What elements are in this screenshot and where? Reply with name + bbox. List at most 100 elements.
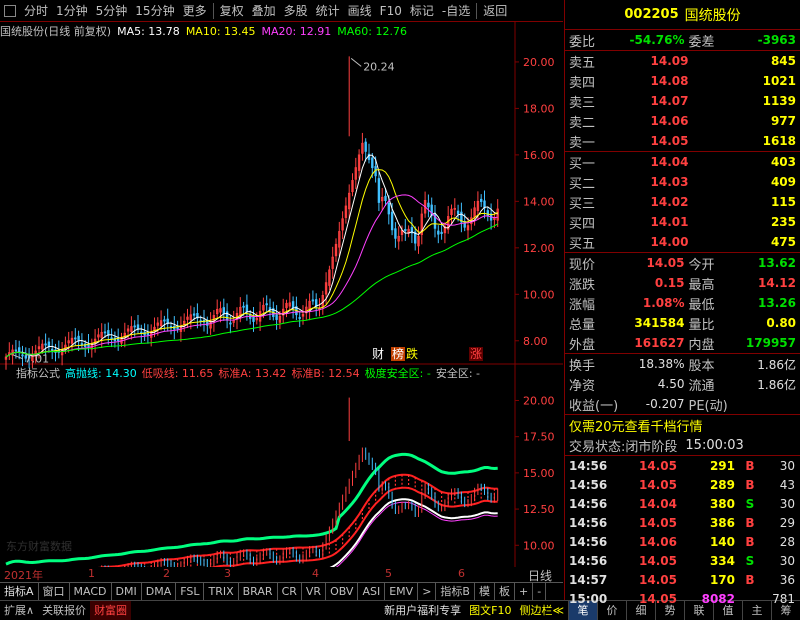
tick-count: 30 bbox=[779, 458, 795, 473]
order-book-row[interactable]: 买四 14.01 235 bbox=[565, 212, 800, 232]
toolbar-item[interactable]: 返回 bbox=[479, 2, 511, 19]
sidebar-toggle[interactable]: 侧边栏≪ bbox=[515, 601, 568, 620]
indicator-tab[interactable]: TRIX bbox=[204, 582, 239, 601]
quote-label: 外盘 bbox=[569, 337, 596, 353]
quote-label: 量比 bbox=[688, 317, 715, 333]
fund-value: 18.38% bbox=[638, 357, 685, 371]
order-volume: 977 bbox=[770, 114, 796, 128]
toolbar-item[interactable]: 1分钟 bbox=[52, 2, 92, 19]
order-book-row[interactable]: 买一 14.04 403 bbox=[565, 152, 800, 172]
order-book-row[interactable]: 买二 14.03 409 bbox=[565, 172, 800, 192]
tick-count: 43 bbox=[779, 477, 795, 492]
bottom-link[interactable]: 扩展∧ bbox=[0, 601, 38, 620]
toolbar-item[interactable]: 画线 bbox=[344, 2, 376, 19]
indicator-name[interactable]: 指标公式 bbox=[0, 365, 60, 381]
price-tick-label: 18.00 bbox=[523, 102, 555, 115]
f10-link[interactable]: 图文F10 bbox=[465, 601, 515, 620]
indicator-tab[interactable]: EMV bbox=[385, 582, 419, 601]
bottom-link[interactable]: 关联报价 bbox=[38, 601, 90, 620]
order-volume: 1618 bbox=[762, 134, 796, 148]
indicator-tab[interactable]: BRAR bbox=[239, 582, 278, 601]
indicator-tab[interactable]: 指标A bbox=[0, 582, 39, 601]
candle-body bbox=[80, 343, 84, 345]
toolbar-item[interactable]: 统计 bbox=[312, 2, 344, 19]
indicator-tab[interactable]: 模 bbox=[475, 582, 495, 601]
indicator-tab[interactable]: CR bbox=[278, 582, 302, 601]
indicator-tab[interactable]: DMI bbox=[112, 582, 142, 601]
status-row: 交易状态: 闭市阶段 15:00:03 bbox=[565, 435, 800, 455]
bottom-link[interactable]: 财富圈 bbox=[90, 600, 132, 620]
indicator-tab[interactable]: - bbox=[533, 582, 547, 601]
candle-body bbox=[390, 211, 394, 231]
indicator-tab[interactable]: 板 bbox=[495, 582, 515, 601]
candle-body bbox=[21, 354, 24, 357]
ask-book: 卖五 14.09 845 卖四 14.08 1021 卖三 14.07 1139 卖二 14.06 9… bbox=[565, 51, 800, 151]
candle-body bbox=[133, 325, 136, 328]
candle-body bbox=[404, 228, 407, 232]
toolbar-item[interactable]: 15分钟 bbox=[131, 2, 178, 19]
order-price: 14.00 bbox=[650, 235, 689, 249]
watermark-text: 东方财富数据 bbox=[6, 539, 72, 553]
order-volume: 1139 bbox=[762, 94, 796, 108]
quote-label: 总量 bbox=[569, 317, 596, 333]
order-book-row[interactable]: 卖三 14.07 1139 bbox=[565, 91, 800, 111]
quote-value: 0.80 bbox=[766, 316, 797, 330]
status-time: 15:00:03 bbox=[685, 437, 744, 453]
toolbar-item[interactable]: 5分钟 bbox=[92, 2, 132, 19]
promo-row[interactable]: 仅需20元查看千档行情 bbox=[565, 415, 800, 435]
toolbar-item[interactable]: 复权 bbox=[216, 2, 248, 19]
time-axis-month: 3 bbox=[224, 567, 231, 580]
tick-count: 28 bbox=[779, 534, 795, 549]
toolbar-separator bbox=[476, 2, 478, 19]
toolbar-item[interactable]: 标记 bbox=[406, 2, 438, 19]
weicha-label: 委差 bbox=[688, 34, 715, 50]
indicator-tab[interactable]: DMA bbox=[142, 582, 177, 601]
order-book-row[interactable]: 卖二 14.06 977 bbox=[565, 111, 800, 131]
toolbar-item[interactable]: 分时 bbox=[20, 2, 52, 19]
candle-body bbox=[437, 230, 440, 235]
order-book-row[interactable]: 卖四 14.08 1021 bbox=[565, 71, 800, 91]
order-book-row[interactable]: 买三 14.02 115 bbox=[565, 192, 800, 212]
toolbar-item[interactable]: 多股 bbox=[280, 2, 312, 19]
event-marker-zhang: 涨 bbox=[470, 346, 482, 361]
tab-scroll-right-icon[interactable]: > bbox=[418, 582, 437, 601]
time-axis: 2021年 日线 123456 bbox=[0, 567, 563, 583]
candle-body bbox=[17, 347, 21, 353]
price-tick-label: 10.00 bbox=[523, 288, 555, 301]
indicator-tab[interactable]: MACD bbox=[70, 582, 112, 601]
new-user-promo[interactable]: 新用户福利专享 bbox=[380, 601, 465, 620]
quote-stats: 现价 14.05 今开 13.62 涨跌 0.15 最高 14.12 涨幅 1.08% 最低 13.2… bbox=[565, 253, 800, 353]
tick-row: 14:57 14.05 170 B 36 bbox=[565, 570, 800, 589]
order-book-row[interactable]: 卖一 14.05 1618 bbox=[565, 131, 800, 151]
candle-body bbox=[222, 307, 226, 314]
standard-a-band bbox=[98, 473, 498, 567]
tick-time: 14:56 bbox=[569, 458, 608, 473]
indicator-tab[interactable]: 窗口 bbox=[39, 582, 70, 601]
order-book-row[interactable]: 买五 14.00 475 bbox=[565, 232, 800, 252]
indicator-tab[interactable]: 指标B bbox=[436, 582, 475, 601]
ma5-line bbox=[5, 154, 498, 358]
order-book-row[interactable]: 卖五 14.09 845 bbox=[565, 51, 800, 71]
toolbar-item[interactable]: 叠加 bbox=[248, 2, 280, 19]
indicator-tabs: 指标A 窗口 MACD DMI DMA FSL TRIX BRAR CR VR OBV ASI EMV >… bbox=[0, 582, 563, 601]
indicator-tab[interactable]: FSL bbox=[176, 582, 205, 601]
candle-body bbox=[384, 195, 387, 201]
kline-chart-area[interactable]: 8.00 10.00 12.00 14.00 16.00 18.00 20.00 10.00 1… bbox=[0, 22, 563, 567]
tick-row: 14:56 14.04 380 S 30 bbox=[565, 494, 800, 513]
toolbar-menu-icon[interactable] bbox=[4, 4, 16, 17]
indicator-tab[interactable]: OBV bbox=[326, 582, 359, 601]
toolbar-item[interactable]: -自选 bbox=[438, 2, 474, 19]
indicator-tab[interactable]: VR bbox=[302, 582, 327, 601]
indicator-tab[interactable]: ASI bbox=[358, 582, 386, 601]
time-axis-month: 2 bbox=[163, 567, 170, 580]
quote-value: 13.26 bbox=[758, 296, 797, 310]
candle-body bbox=[110, 337, 113, 340]
order-price: 14.01 bbox=[650, 215, 689, 229]
time-axis-month: 5 bbox=[385, 567, 392, 580]
toolbar-item[interactable]: F10 bbox=[376, 4, 406, 18]
tick-side: B bbox=[745, 515, 755, 530]
toolbar-item[interactable]: 更多 bbox=[179, 2, 211, 19]
order-volume: 1021 bbox=[762, 74, 796, 88]
indicator-tab[interactable]: + bbox=[515, 582, 534, 601]
promo-text[interactable]: 仅需20元查看千档行情 bbox=[569, 416, 703, 435]
